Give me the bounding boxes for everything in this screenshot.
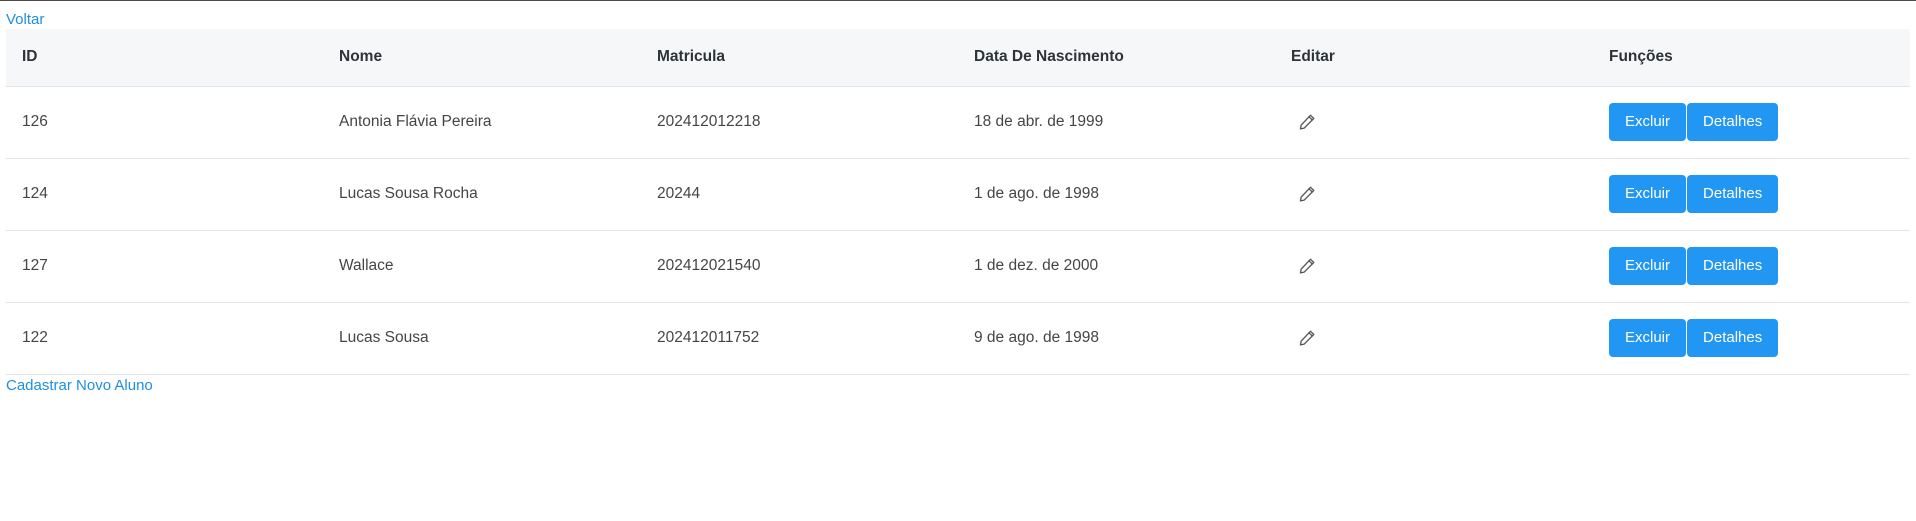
header-data-nascimento: Data De Nascimento [974,48,1124,66]
cell-id: 124 [22,185,48,202]
cell-matricula: 20244 [657,185,701,202]
top-divider [0,0,1916,1]
cell-funcoes: Excluir Detalhes [1593,230,1910,302]
delete-button[interactable]: Excluir [1609,103,1687,141]
cell-nome: Lucas Sousa Rocha [339,185,478,202]
header-row: ID Nome Matricula Data De Nascimento Edi… [6,29,1910,86]
cell-id: 122 [22,329,48,346]
cell-matricula: 202412011752 [657,329,760,346]
cell-matricula: 202412021540 [657,257,761,274]
details-button[interactable]: Detalhes [1687,319,1779,357]
cell-data-nascimento: 18 de abr. de 1999 [974,113,1104,130]
header-matricula: Matricula [657,48,726,66]
header-editar: Editar [1291,48,1335,66]
table-row: 124 Lucas Sousa Rocha 20244 1 de ago. de… [6,158,1910,230]
pencil-icon[interactable] [1297,112,1317,132]
cell-editar [1275,86,1593,158]
table-header: ID Nome Matricula Data De Nascimento Edi… [6,29,1910,86]
cell-id: 126 [22,113,48,130]
cell-funcoes: Excluir Detalhes [1593,158,1910,230]
cell-matricula: 202412012218 [657,113,761,130]
new-student-link[interactable]: Cadastrar Novo Aluno [6,377,153,394]
table-row: 122 Lucas Sousa 202412011752 9 de ago. d… [6,302,1910,374]
header-id: ID [22,48,38,66]
cell-nome: Antonia Flávia Pereira [339,113,492,130]
table-row: 126 Antonia Flávia Pereira 202412012218 … [6,86,1910,158]
details-button[interactable]: Detalhes [1687,103,1779,141]
header-funcoes: Funções [1609,48,1673,66]
header-nome: Nome [339,48,383,66]
cell-nome: Wallace [339,257,394,274]
cell-data-nascimento: 1 de dez. de 2000 [974,257,1099,274]
cell-editar [1275,158,1593,230]
cell-id: 127 [22,257,48,274]
pencil-icon[interactable] [1297,256,1317,276]
delete-button[interactable]: Excluir [1609,319,1687,357]
cell-data-nascimento: 9 de ago. de 1998 [974,329,1099,346]
back-link[interactable]: Voltar [6,11,44,28]
details-button[interactable]: Detalhes [1687,247,1779,285]
cell-data-nascimento: 1 de ago. de 1998 [974,185,1099,202]
cell-editar [1275,230,1593,302]
details-button[interactable]: Detalhes [1687,175,1779,213]
cell-funcoes: Excluir Detalhes [1593,86,1910,158]
pencil-icon[interactable] [1297,328,1317,348]
pencil-icon[interactable] [1297,184,1317,204]
delete-button[interactable]: Excluir [1609,175,1687,213]
cell-editar [1275,302,1593,374]
delete-button[interactable]: Excluir [1609,247,1687,285]
cell-nome: Lucas Sousa [339,329,429,346]
table-body: 126 Antonia Flávia Pereira 202412012218 … [6,86,1910,374]
table-row: 127 Wallace 202412021540 1 de dez. de 20… [6,230,1910,302]
students-table: ID Nome Matricula Data De Nascimento Edi… [6,29,1910,375]
cell-funcoes: Excluir Detalhes [1593,302,1910,374]
